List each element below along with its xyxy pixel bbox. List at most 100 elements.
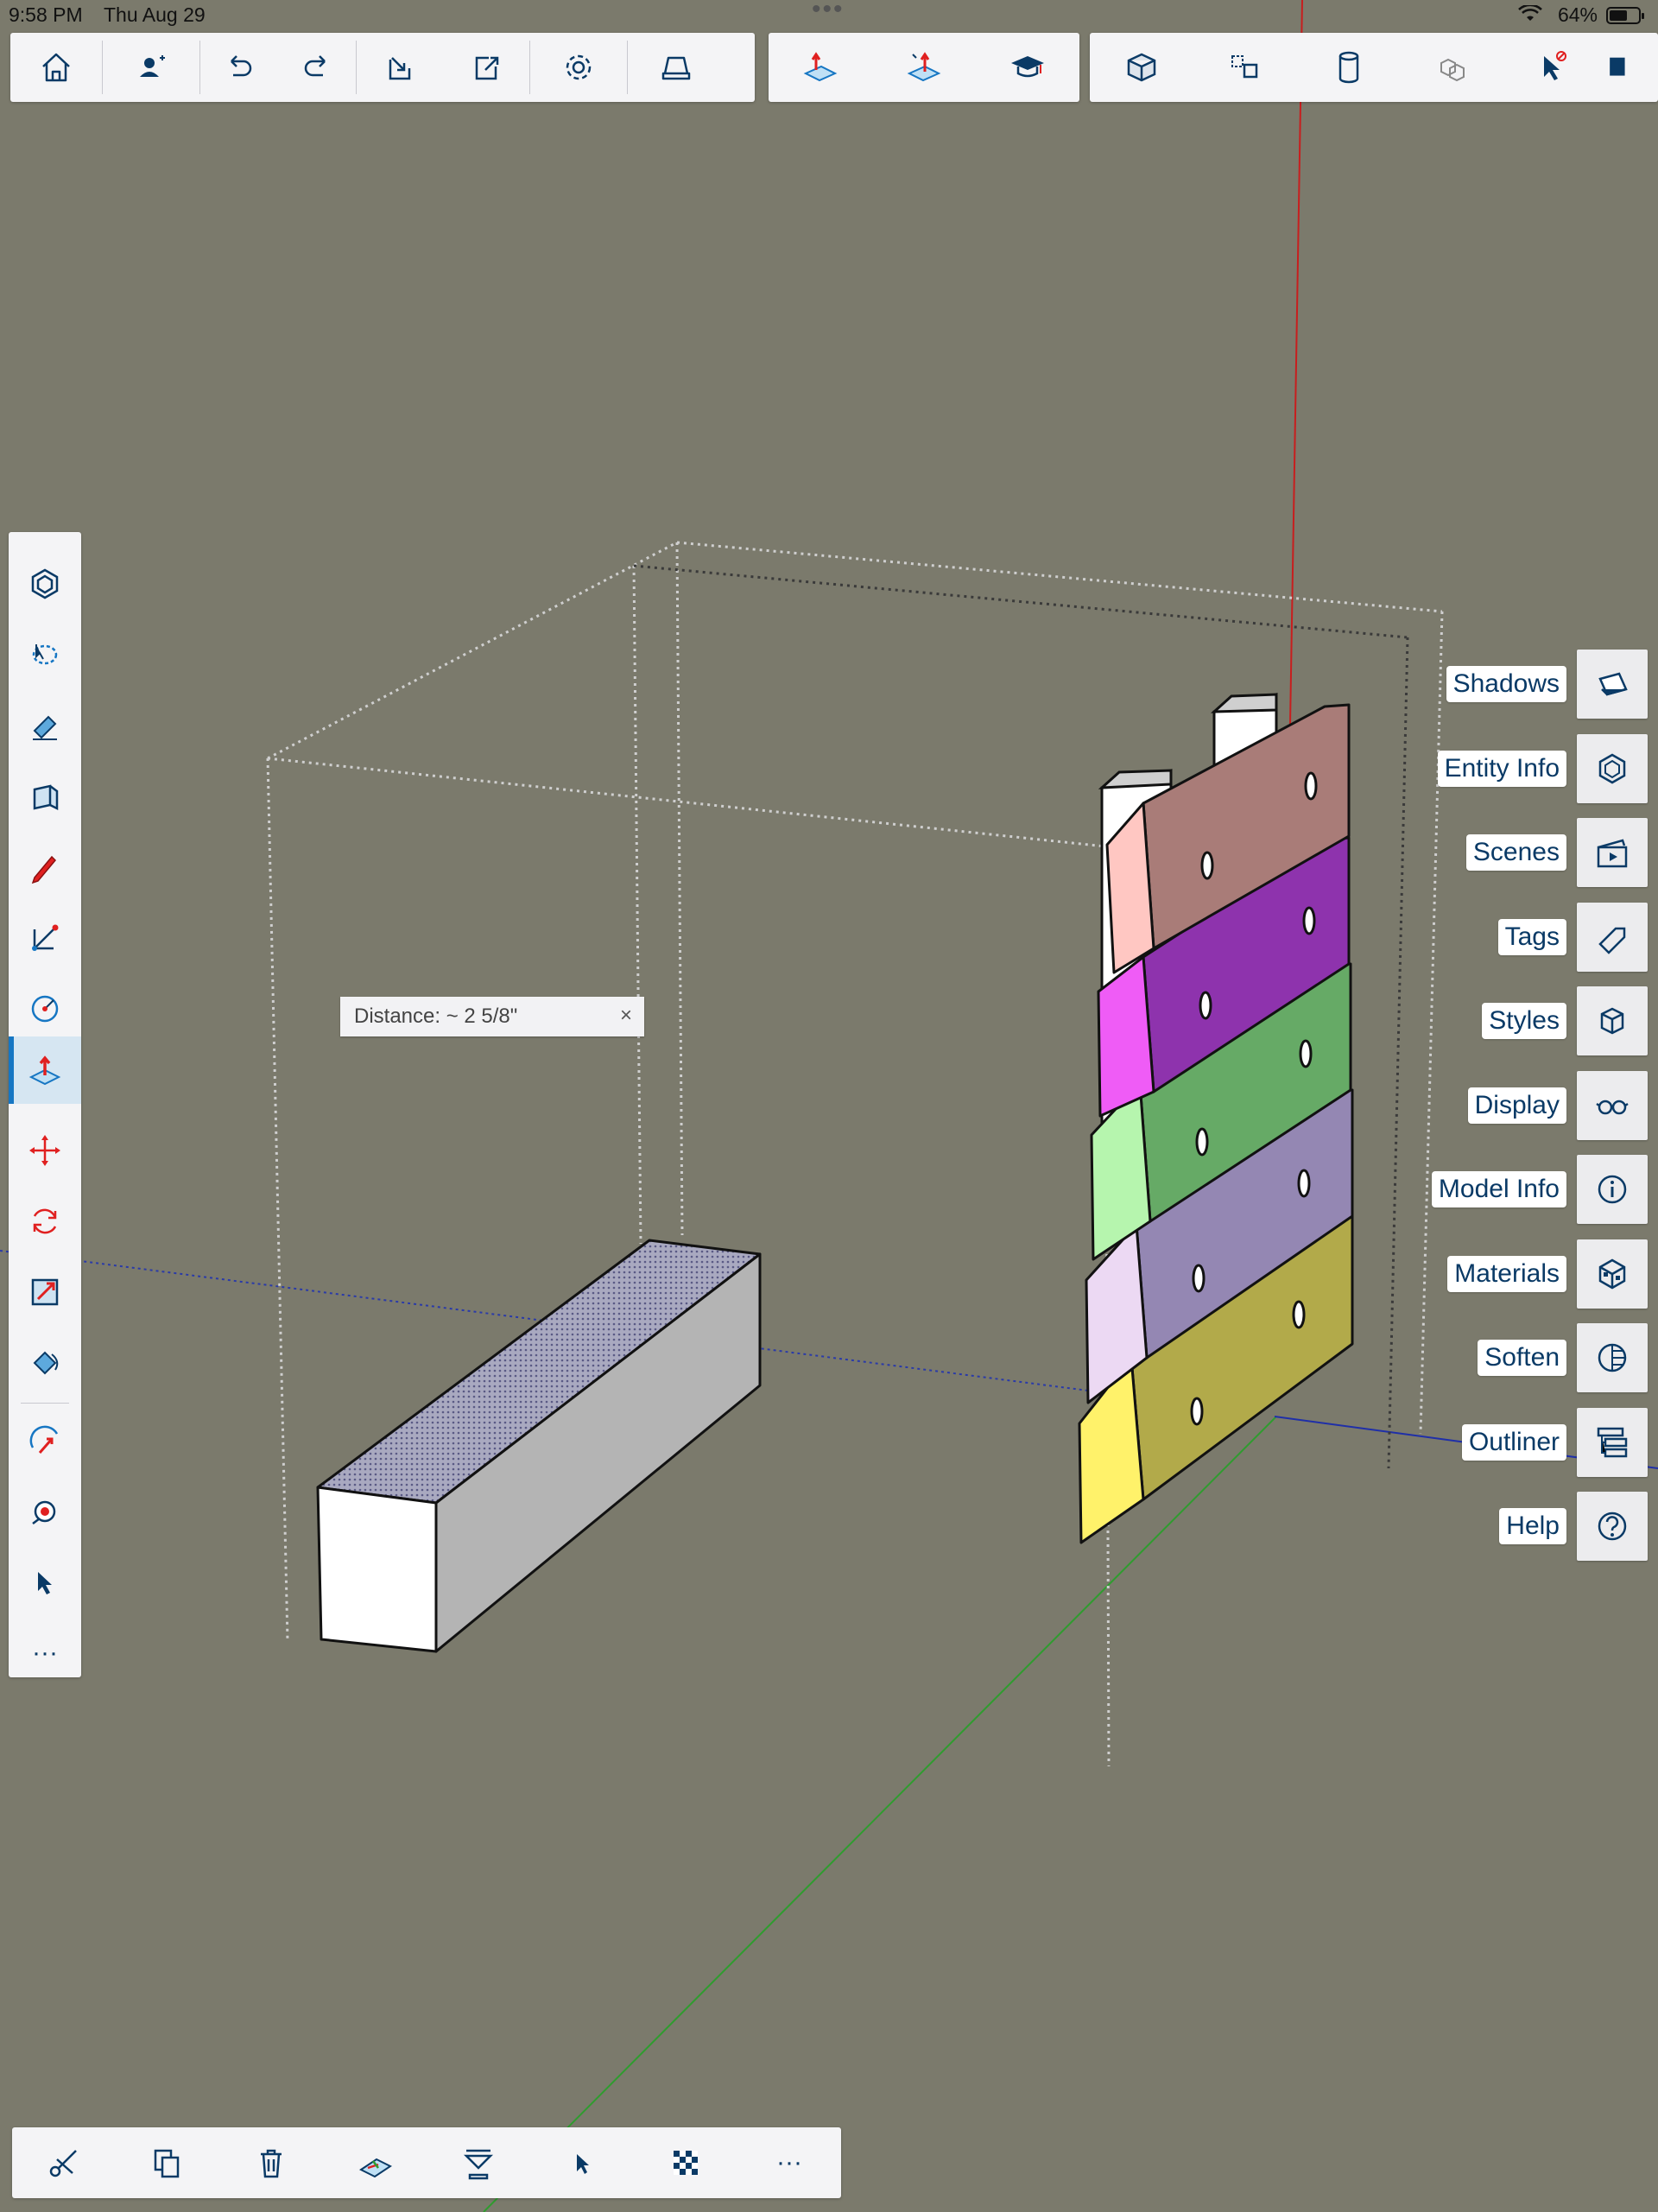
more-icon[interactable]: ···: [750, 2128, 828, 2197]
materials-icon[interactable]: [1577, 1239, 1648, 1309]
panel-label[interactable]: Shadows: [1446, 666, 1566, 702]
hole: [1292, 1300, 1306, 1329]
wifi-icon: [1518, 5, 1542, 21]
panel-tags[interactable]: Tags: [1497, 902, 1648, 972]
hole: [1297, 1169, 1311, 1198]
panel-materials[interactable]: Materials: [1447, 1239, 1648, 1309]
export-icon[interactable]: [443, 33, 529, 102]
panel-scenes[interactable]: Scenes: [1465, 818, 1648, 887]
panel-display[interactable]: Display: [1467, 1070, 1648, 1140]
panel-shadows[interactable]: Shadows: [1446, 650, 1648, 719]
panel-outliner[interactable]: Outliner: [1461, 1407, 1648, 1477]
checker-icon[interactable]: [647, 2128, 725, 2197]
panel-help[interactable]: Help: [1499, 1492, 1648, 1561]
component-icon[interactable]: [9, 553, 81, 615]
panel-label[interactable]: Display: [1467, 1087, 1566, 1124]
graduation-cap-icon[interactable]: [976, 33, 1079, 102]
hole: [1190, 1397, 1204, 1426]
copy-icon[interactable]: [129, 2128, 206, 2197]
panel-model-info[interactable]: Model Info: [1431, 1155, 1648, 1224]
white-block[interactable]: [316, 1239, 762, 1653]
tags-icon[interactable]: [1577, 902, 1648, 972]
circle-icon[interactable]: [9, 978, 81, 1040]
modeling-viewport[interactable]: [0, 0, 1658, 2212]
red-axis: [1289, 0, 1303, 726]
panel-label[interactable]: Tags: [1497, 918, 1566, 955]
group-cubes-icon[interactable]: [1401, 33, 1504, 102]
pencil-icon[interactable]: [9, 836, 81, 898]
rectangle-box-icon[interactable]: [9, 765, 81, 827]
cylinder-icon[interactable]: [1297, 33, 1401, 102]
hole: [1299, 1039, 1313, 1068]
select-arrow-icon[interactable]: [543, 2128, 621, 2197]
battery-icon: [1606, 7, 1644, 24]
select-icon[interactable]: [9, 1551, 81, 1613]
entity-info-icon[interactable]: [1577, 733, 1648, 803]
multitasking-dots-icon[interactable]: •••: [812, 0, 845, 24]
panel-label[interactable]: Materials: [1447, 1255, 1566, 1292]
move-icon[interactable]: [9, 1119, 81, 1182]
rectangle-icon[interactable]: [9, 907, 81, 969]
display-icon[interactable]: [1577, 1070, 1648, 1140]
paste-in-place-icon[interactable]: [336, 2128, 414, 2197]
panel-entity-info[interactable]: Entity Info: [1437, 733, 1648, 803]
push-pull-icon[interactable]: [769, 33, 872, 102]
panel-label[interactable]: Entity Info: [1437, 750, 1566, 787]
rotate-icon[interactable]: [9, 1190, 81, 1252]
more-tools-left[interactable]: ···: [9, 1622, 81, 1684]
top-toolbar-main: [10, 33, 755, 102]
panel-soften[interactable]: Soften: [1478, 1323, 1648, 1392]
select-no-icon[interactable]: [1504, 33, 1599, 102]
top-toolbar-objects: [1090, 33, 1658, 102]
push-pull-tool[interactable]: [9, 1036, 81, 1104]
green-axis: [483, 1416, 1277, 2212]
home-icon[interactable]: [10, 33, 102, 102]
lasso-icon[interactable]: [9, 624, 81, 686]
follow-me-icon[interactable]: [9, 1410, 81, 1472]
user-add-icon[interactable]: [103, 33, 199, 102]
distance-value: Distance: ~ 2 5/8": [354, 1005, 518, 1028]
eraser-icon[interactable]: [9, 694, 81, 757]
delete-icon[interactable]: [232, 2128, 310, 2197]
panel-label[interactable]: Scenes: [1465, 834, 1566, 871]
model-info-icon[interactable]: [1577, 1155, 1648, 1224]
left-toolbar: ···: [9, 532, 81, 1677]
measurement-box[interactable]: Distance: ~ 2 5/8" ×: [340, 997, 644, 1036]
hole: [1200, 851, 1214, 880]
extrude-icon[interactable]: [872, 33, 976, 102]
cut-icon[interactable]: [25, 2128, 103, 2197]
settings-icon[interactable]: [530, 33, 627, 102]
scale-icon[interactable]: [9, 1261, 81, 1323]
solid-cube-icon[interactable]: [1090, 33, 1193, 102]
help-icon[interactable]: [1577, 1492, 1648, 1561]
print-icon[interactable]: [628, 33, 725, 102]
import-icon[interactable]: [357, 33, 443, 102]
more-label-bottom: ···: [776, 2148, 802, 2177]
close-icon[interactable]: ×: [620, 1004, 632, 1028]
shadows-icon[interactable]: [1577, 650, 1648, 719]
scenes-icon[interactable]: [1577, 818, 1648, 887]
redo-icon[interactable]: [278, 33, 356, 102]
panel-label[interactable]: Help: [1499, 1508, 1566, 1544]
bottom-toolbar: ···: [12, 2127, 841, 2198]
soften-icon[interactable]: [1577, 1323, 1648, 1392]
undo-icon[interactable]: [200, 33, 278, 102]
tape-measure-icon[interactable]: [9, 1480, 81, 1543]
panel-styles[interactable]: Styles: [1482, 986, 1648, 1055]
styles-icon[interactable]: [1577, 986, 1648, 1055]
more-label: ···: [32, 1638, 58, 1667]
outliner-icon[interactable]: [1577, 1407, 1648, 1477]
panel-label[interactable]: Model Info: [1431, 1171, 1566, 1207]
colored-blocks[interactable]: [1078, 703, 1354, 1544]
panel-label[interactable]: Styles: [1482, 1003, 1566, 1039]
panel-label[interactable]: Outliner: [1461, 1423, 1566, 1461]
status-time: 9:58 PM: [9, 3, 83, 26]
hole: [1304, 771, 1318, 801]
more-tools-icon[interactable]: [1599, 33, 1634, 102]
flip-icon[interactable]: [440, 2128, 517, 2197]
panel-label[interactable]: Soften: [1478, 1340, 1566, 1376]
paint-bucket-icon[interactable]: [9, 1332, 81, 1394]
hole: [1195, 1127, 1209, 1157]
status-date: Thu Aug 29: [104, 3, 206, 26]
components-icon[interactable]: [1193, 33, 1297, 102]
